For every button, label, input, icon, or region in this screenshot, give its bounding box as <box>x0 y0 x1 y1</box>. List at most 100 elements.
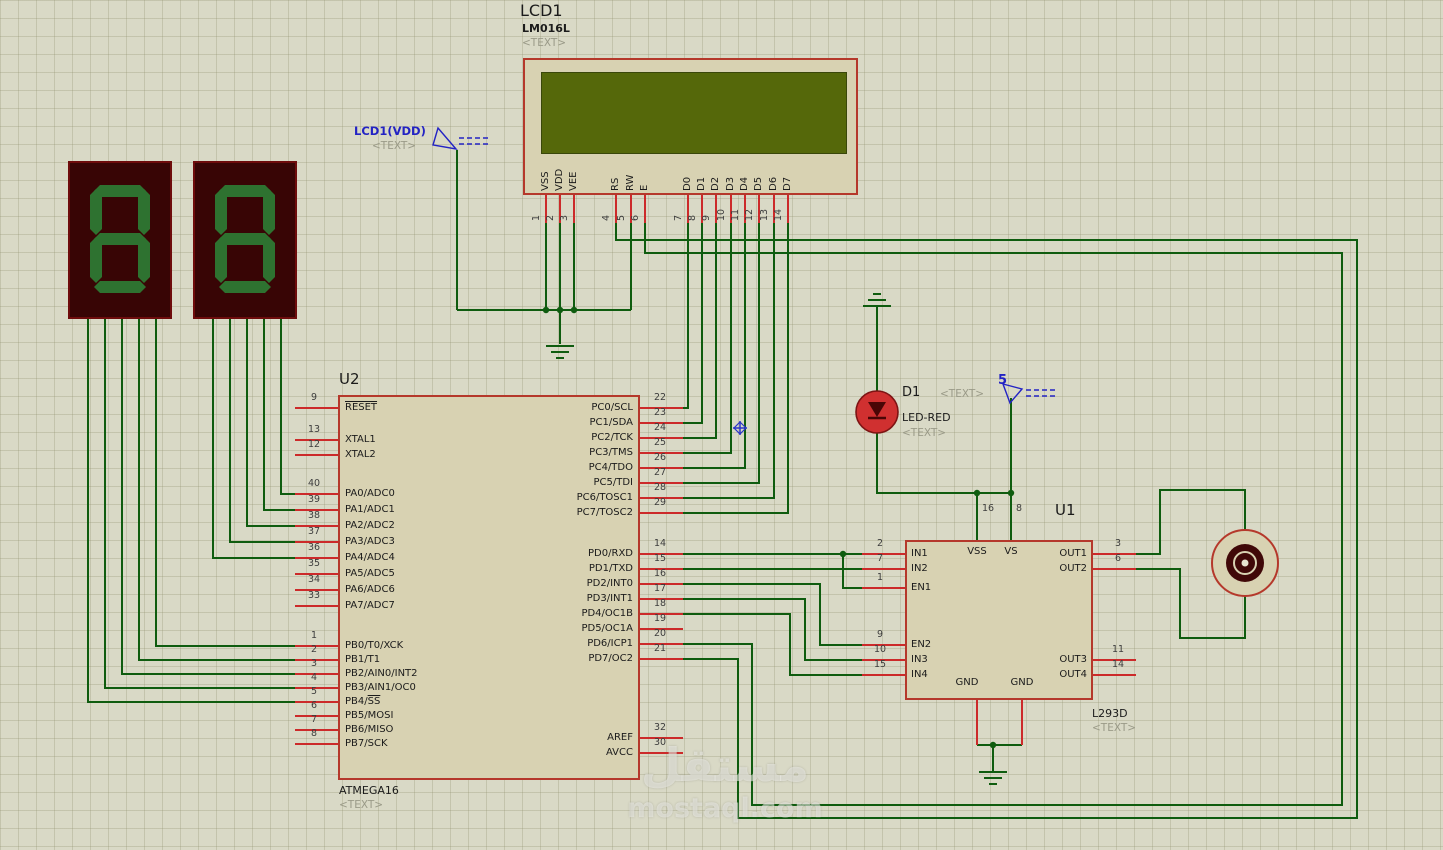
vdd-terminal-label[interactable]: LCD1(VDD) <box>354 125 426 138</box>
wire[interactable] <box>229 319 295 543</box>
wire[interactable] <box>876 433 1011 494</box>
wire[interactable] <box>121 319 295 675</box>
mcu-pin-name: XTAL2 <box>345 449 376 460</box>
lcd-pin-number: 3 <box>559 214 570 221</box>
lcd-pin-number: 5 <box>616 214 627 221</box>
mcu-pin-number: 4 <box>310 672 318 683</box>
driver-pin-number: 14 <box>1111 659 1125 670</box>
mcu-pin-number: 36 <box>307 542 321 553</box>
mcu-pin-name: PB5/MOSI <box>345 710 394 721</box>
mcu-pin-number: 29 <box>653 497 667 508</box>
driver-pin-name: IN2 <box>911 563 928 574</box>
wire[interactable] <box>683 222 732 454</box>
junction-dot <box>542 306 550 314</box>
vdd-terminal-arrow-icon[interactable] <box>432 126 458 151</box>
mcu-pin-name: PB7/SCK <box>345 738 388 749</box>
mcu-pin-number: 26 <box>653 452 667 463</box>
motor-center <box>1241 559 1249 567</box>
power-terminal-label[interactable]: 5 <box>998 373 1007 388</box>
driver-pin-number: 9 <box>876 629 884 640</box>
mcu-pin-number: 22 <box>653 392 667 403</box>
mcu-value: ATMEGA16 <box>339 784 399 797</box>
mcu-pin-name: PC1/SDA <box>589 417 633 428</box>
wiring-layer <box>87 126 1358 819</box>
mcu-pin-number: 35 <box>307 558 321 569</box>
wire[interactable] <box>263 319 295 511</box>
lcd-pin-name: VDD <box>554 168 565 191</box>
wire[interactable] <box>280 319 295 495</box>
mcu-pin-number: 32 <box>653 722 667 733</box>
driver-value: L293D <box>1092 707 1128 720</box>
wire[interactable] <box>683 222 746 469</box>
driver-pin-name: OUT3 <box>1059 654 1087 665</box>
lcd-pin-number: 1 <box>531 214 542 221</box>
lcd-pin-number: 10 <box>716 208 727 221</box>
wire[interactable] <box>683 222 689 409</box>
mcu-pin-number: 37 <box>307 526 321 537</box>
driver-pin-number: 3 <box>1114 538 1122 549</box>
driver-pin-name: IN3 <box>911 654 928 665</box>
mcu-pin-number: 17 <box>653 583 667 594</box>
lcd-pin-number: 11 <box>730 208 741 221</box>
wire[interactable] <box>842 554 862 589</box>
driver-pin-number: 10 <box>873 644 887 655</box>
lcd-pin-name: E <box>639 184 650 191</box>
lcd-pin-number: 14 <box>773 208 784 221</box>
wire[interactable] <box>683 222 760 484</box>
mcu-pin-number: 9 <box>310 392 318 403</box>
mcu-pin-name: PA5/ADC5 <box>345 568 395 579</box>
lcd-pin-number: 2 <box>545 214 556 221</box>
mcu-pin-name: PD7/OC2 <box>588 653 633 664</box>
mcu-pin-name: XTAL1 <box>345 434 376 445</box>
driver-pin-number: 15 <box>873 659 887 670</box>
mcu-pin-name: PD5/OC1A <box>581 623 633 634</box>
mcu-pin-name: PC3/TMS <box>589 447 633 458</box>
lcd-pin-number: 7 <box>673 214 684 221</box>
junction-dot <box>556 306 564 314</box>
lcd-pin-name: RS <box>610 177 621 191</box>
driver-pin-name: EN2 <box>911 639 932 650</box>
led-text-placeholder-2: <TEXT> <box>902 427 947 439</box>
mcu-pin-name: PA0/ADC0 <box>345 488 395 499</box>
lcd-pin-name: D4 <box>739 176 750 191</box>
mcu-pin-number: 18 <box>653 598 667 609</box>
driver-pin-number: 1 <box>876 572 884 583</box>
wire[interactable] <box>138 319 295 661</box>
schematic-canvas[interactable]: LCD1 LM016L <TEXT> LCD1(VDD) <TEXT> U2 A… <box>0 0 1443 850</box>
lcd-pin-name: D0 <box>682 176 693 191</box>
mcu-pin-name: PD4/OC1B <box>581 608 633 619</box>
wire[interactable] <box>212 319 295 559</box>
driver-pin-number: 16 <box>982 503 995 514</box>
mcu-ref: U2 <box>339 370 360 388</box>
mcu-pin-name: PC2/TCK <box>591 432 633 443</box>
mcu-pin-name: PA1/ADC1 <box>345 504 395 515</box>
driver-gnd-label: GND <box>955 677 979 688</box>
mcu-pin-name: AVCC <box>605 747 633 758</box>
driver-pin-number: 2 <box>876 538 884 549</box>
wire[interactable] <box>683 222 789 514</box>
lcd-pin-number: 6 <box>630 214 641 221</box>
lcd-pin-number: 13 <box>759 208 770 221</box>
wire[interactable] <box>155 319 295 647</box>
driver-pin-number: 6 <box>1114 553 1122 564</box>
mcu-pin-name: PD2/INT0 <box>586 578 633 589</box>
mcu-pin-number: 19 <box>653 613 667 624</box>
mcu-pin-number: 7 <box>310 714 318 725</box>
mcu-pin-name: PB0/T0/XCK <box>345 640 404 651</box>
wire[interactable] <box>683 598 862 661</box>
mcu-pin-number: 23 <box>653 407 667 418</box>
mcu-pin-number: 6 <box>310 700 318 711</box>
mcu-pin-number: 14 <box>653 538 667 549</box>
mcu-pin-name: PC4/TDO <box>588 462 633 473</box>
lcd-pin-name: D7 <box>782 176 793 191</box>
mcu-pin-name: PB3/AIN1/OC0 <box>345 682 416 693</box>
mcu-pin-name: PA3/ADC3 <box>345 536 395 547</box>
watermark-arabic: مستقل <box>640 738 810 792</box>
driver-pin-number: 7 <box>876 553 884 564</box>
mcu-text-placeholder: <TEXT> <box>339 799 384 811</box>
wire[interactable] <box>104 319 295 689</box>
lcd-pin-name: RW <box>625 174 636 191</box>
wire[interactable] <box>683 222 775 499</box>
lcd-ref: LCD1 <box>520 1 563 20</box>
junction-dot <box>839 550 847 558</box>
